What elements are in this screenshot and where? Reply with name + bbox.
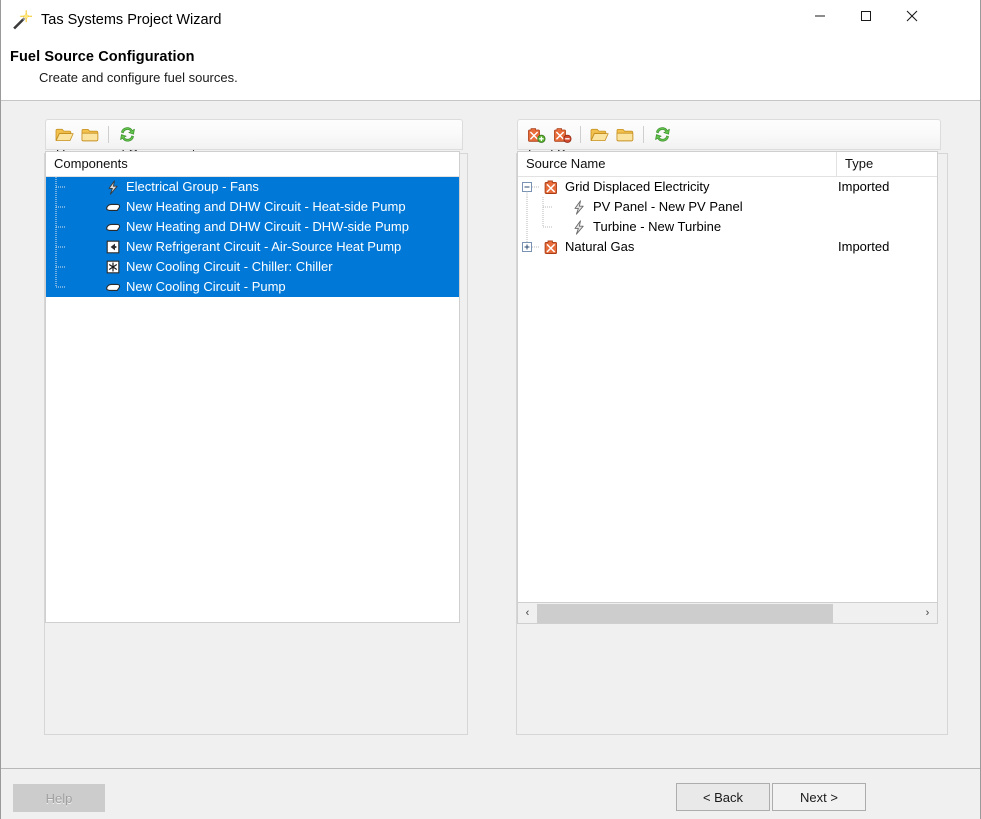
tree-expander-plus-icon[interactable]	[518, 237, 546, 257]
pump-icon	[104, 219, 122, 235]
fuel-sources-list[interactable]: Source Name Type	[517, 151, 938, 603]
list-item[interactable]: New Cooling Circuit - Chiller: Chiller	[46, 257, 459, 277]
unassigned-components-toolbar	[45, 119, 463, 150]
add-fuel-source-icon[interactable]	[523, 122, 549, 147]
tree-item-label: Grid Displaced Electricity	[565, 177, 710, 197]
closed-folder-icon[interactable]	[612, 122, 638, 147]
maximize-icon	[860, 10, 872, 22]
tree-item-label: Turbine - New Turbine	[593, 217, 721, 237]
back-button[interactable]: < Back	[676, 783, 770, 811]
toolbar-separator	[580, 126, 581, 143]
pump-icon	[104, 279, 122, 295]
maximize-button[interactable]	[843, 0, 889, 31]
open-folder-icon[interactable]	[51, 122, 77, 147]
scroll-right-arrow-icon[interactable]: ›	[918, 604, 937, 623]
list-item-label: Electrical Group - Fans	[126, 177, 259, 197]
tree-guide-icon	[534, 217, 562, 237]
tree-item[interactable]: Turbine - New Turbine	[518, 217, 937, 237]
scroll-left-arrow-icon[interactable]: ‹	[518, 604, 537, 623]
list-item[interactable]: Electrical Group - Fans	[46, 177, 459, 197]
minimize-button[interactable]	[797, 0, 843, 31]
column-header-type[interactable]: Type	[836, 152, 937, 176]
page-subtitle: Create and configure fuel sources.	[39, 70, 238, 85]
title-bar: Tas Systems Project Wizard	[1, 0, 980, 40]
close-button[interactable]	[889, 0, 935, 31]
title-bar-left: Tas Systems Project Wizard	[10, 9, 222, 31]
components-list-header: Components	[46, 152, 459, 177]
fuel-sources-list-header: Source Name Type	[518, 152, 937, 177]
refresh-icon[interactable]	[114, 122, 140, 147]
tree-guide-icon	[46, 197, 74, 217]
tree-item-label: Natural Gas	[565, 237, 634, 257]
tree-expander-minus-icon[interactable]	[518, 177, 546, 197]
list-item[interactable]: New Heating and DHW Circuit - Heat-side …	[46, 197, 459, 217]
help-button[interactable]: Help	[13, 784, 105, 812]
heat-pump-icon	[104, 239, 122, 255]
refresh-icon[interactable]	[649, 122, 675, 147]
tree-guide-icon	[46, 217, 74, 237]
fuel-sources-rows: Grid Displaced Electricity Imported	[518, 177, 937, 257]
list-item-label: New Cooling Circuit - Pump	[126, 277, 286, 297]
pump-icon	[104, 199, 122, 215]
wizard-body: Unassigned Components	[1, 101, 980, 768]
scrollbar-thumb[interactable]	[537, 604, 833, 623]
tree-item[interactable]: PV Panel - New PV Panel	[518, 197, 937, 217]
wizard-window: Tas Systems Project Wizard Fuel Source C…	[0, 0, 981, 819]
wizard-footer: Help < Back Next >	[1, 768, 980, 819]
list-item-label: New Cooling Circuit - Chiller: Chiller	[126, 257, 333, 277]
close-icon	[905, 9, 919, 23]
tree-item-type: Imported	[838, 237, 889, 257]
list-item[interactable]: New Refrigerant Circuit - Air-Source Hea…	[46, 237, 459, 257]
scrollbar-track[interactable]	[537, 604, 918, 623]
wizard-header: Fuel Source Configuration Create and con…	[1, 40, 980, 101]
tree-item-label: PV Panel - New PV Panel	[593, 197, 743, 217]
lightning-bolt-icon	[104, 179, 122, 195]
magic-wand-icon	[10, 9, 32, 31]
list-item-label: New Heating and DHW Circuit - Heat-side …	[126, 197, 406, 217]
lightning-bolt-icon	[570, 199, 588, 215]
tree-guide-icon	[534, 197, 562, 217]
list-item-label: New Heating and DHW Circuit - DHW-side P…	[126, 217, 409, 237]
tree-guide-icon	[46, 257, 74, 277]
column-header-source-name[interactable]: Source Name	[518, 152, 836, 176]
list-item[interactable]: New Cooling Circuit - Pump	[46, 277, 459, 297]
toolbar-separator	[108, 126, 109, 143]
window-title: Tas Systems Project Wizard	[41, 9, 222, 31]
closed-folder-icon[interactable]	[77, 122, 103, 147]
tree-guide-icon	[46, 177, 74, 197]
remove-fuel-source-icon[interactable]	[549, 122, 575, 147]
fuel-sources-horizontal-scrollbar[interactable]: ‹ ›	[517, 603, 938, 624]
chiller-icon	[104, 259, 122, 275]
minimize-icon	[814, 10, 826, 22]
toolbar-separator	[643, 126, 644, 143]
tree-item[interactable]: Natural Gas Imported	[518, 237, 937, 257]
components-rows: Electrical Group - Fans New He	[46, 177, 459, 297]
tree-guide-icon	[46, 277, 74, 297]
column-header-components[interactable]: Components	[46, 152, 452, 176]
lightning-bolt-icon	[570, 219, 588, 235]
fuel-sources-toolbar	[517, 119, 941, 150]
unassigned-components-list[interactable]: Components Electrical Gro	[45, 151, 460, 623]
tree-item[interactable]: Grid Displaced Electricity Imported	[518, 177, 937, 197]
list-item-label: New Refrigerant Circuit - Air-Source Hea…	[126, 237, 401, 257]
page-title: Fuel Source Configuration	[10, 49, 195, 65]
tree-guide-icon	[46, 237, 74, 257]
list-item[interactable]: New Heating and DHW Circuit - DHW-side P…	[46, 217, 459, 237]
next-button[interactable]: Next >	[772, 783, 866, 811]
open-folder-icon[interactable]	[586, 122, 612, 147]
tree-item-type: Imported	[838, 177, 889, 197]
